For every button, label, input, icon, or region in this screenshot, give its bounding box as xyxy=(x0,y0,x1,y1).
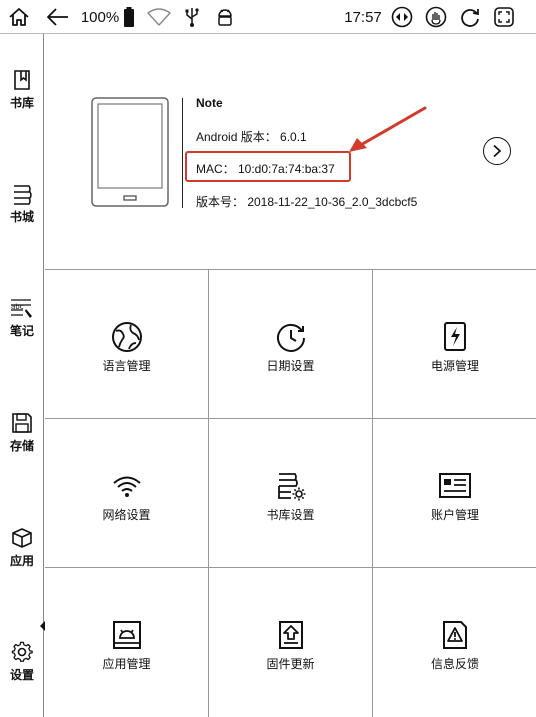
device-info-panel: Note Android 版本： 6.0.1 MAC： 10:d0:7a:74:… xyxy=(45,34,536,270)
home-icon[interactable] xyxy=(6,4,32,30)
setting-label: 书库设置 xyxy=(266,508,315,522)
note-icon: abc xyxy=(11,299,32,318)
battery-icon xyxy=(121,4,137,30)
red-arrow-annotation xyxy=(349,106,427,152)
bookstore-icon xyxy=(14,185,32,205)
sidebar-item-bookstore[interactable]: 书城 xyxy=(0,183,44,253)
setting-language[interactable]: 语言管理 xyxy=(45,270,209,419)
sidebar-item-notes[interactable]: abc 笔记 xyxy=(0,297,44,367)
setting-label: 固件更新 xyxy=(266,657,315,671)
setting-network[interactable]: 网络设置 xyxy=(45,419,209,568)
build-version: 版本号： 2018-11-22_10-36_2.0_3dcbcf5 xyxy=(196,195,418,209)
touch-icon[interactable] xyxy=(424,4,448,30)
setting-date[interactable]: 日期设置 xyxy=(209,270,373,419)
apps-icon xyxy=(12,528,32,548)
setting-label: 电源管理 xyxy=(430,359,479,373)
device-illustration xyxy=(91,97,169,207)
app-manage-icon xyxy=(112,621,141,649)
library-icon xyxy=(14,70,30,90)
sidebar-item-apps[interactable]: 应用 xyxy=(0,527,44,597)
usb-icon xyxy=(181,4,203,30)
globe-icon xyxy=(111,322,142,352)
setting-feedback[interactable]: 信息反馈 xyxy=(373,568,536,717)
volume-toggle-icon[interactable] xyxy=(390,4,414,30)
power-icon xyxy=(444,322,466,351)
sidebar-item-library[interactable]: 书库 xyxy=(0,69,44,139)
device-info-next-button[interactable] xyxy=(483,137,511,165)
back-icon[interactable] xyxy=(44,4,72,30)
status-bar: 100% 17:57 xyxy=(0,0,536,34)
feedback-icon xyxy=(443,621,467,649)
sidebar-item-label: 设置 xyxy=(9,668,34,682)
clock-icon xyxy=(276,323,305,352)
settings-grid: 语言管理 日期设置 电源管理 网络设置 书库设置 账户管理 应用管理 固件更新 … xyxy=(45,270,536,717)
fullscreen-icon[interactable] xyxy=(492,4,516,30)
setting-power[interactable]: 电源管理 xyxy=(373,270,536,419)
setting-label: 日期设置 xyxy=(266,359,315,373)
sidebar-item-settings[interactable]: 设置 xyxy=(0,641,44,711)
storage-icon xyxy=(12,413,32,433)
setting-label: 应用管理 xyxy=(102,657,151,671)
info-divider xyxy=(182,98,183,208)
library-settings-icon xyxy=(277,473,305,501)
setting-label: 账户管理 xyxy=(430,508,479,522)
firmware-icon xyxy=(278,621,303,649)
setting-label: 信息反馈 xyxy=(430,657,479,671)
sidebar-item-label: 书库 xyxy=(9,96,34,110)
wifi-settings-icon xyxy=(112,476,141,497)
clock-time: 17:57 xyxy=(344,8,382,26)
sidebar: 书库 书城 abc 笔记 存储 应用 设置 xyxy=(0,34,44,717)
android-icon xyxy=(214,4,236,30)
settings-icon xyxy=(11,641,33,662)
setting-account[interactable]: 账户管理 xyxy=(373,419,536,568)
svg-text:abc: abc xyxy=(11,303,24,311)
device-name: Note xyxy=(196,96,223,110)
account-icon xyxy=(439,473,471,498)
battery-percent: 100% xyxy=(80,8,120,26)
sidebar-item-label: 书城 xyxy=(9,210,34,224)
setting-label: 网络设置 xyxy=(102,508,151,522)
setting-label: 语言管理 xyxy=(102,359,151,373)
sidebar-item-label: 存储 xyxy=(9,439,34,453)
wifi-icon xyxy=(146,4,172,30)
setting-app-manage[interactable]: 应用管理 xyxy=(45,568,209,717)
setting-library[interactable]: 书库设置 xyxy=(209,419,373,568)
android-version: Android 版本： 6.0.1 xyxy=(196,130,307,144)
chevron-right-icon xyxy=(493,144,502,158)
sidebar-item-label: 笔记 xyxy=(9,324,34,338)
refresh-icon[interactable] xyxy=(458,4,482,30)
sidebar-item-label: 应用 xyxy=(9,554,34,568)
mac-highlight-box xyxy=(185,151,351,182)
setting-firmware[interactable]: 固件更新 xyxy=(209,568,373,717)
sidebar-item-storage[interactable]: 存储 xyxy=(0,412,44,482)
